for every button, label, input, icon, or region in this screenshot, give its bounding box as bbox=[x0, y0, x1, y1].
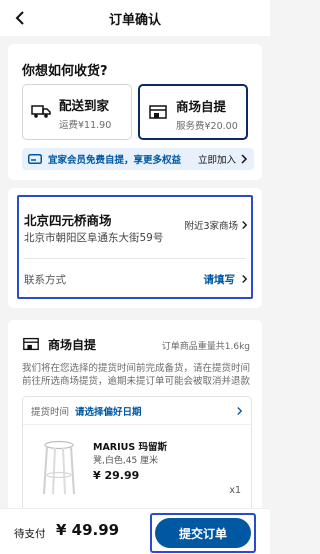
top-bar: 订单确认 bbox=[0, 0, 270, 36]
pickup-details-card: 商场自提 订单商品重量共1.6kg 我们将在您选择的提货时间前完成备货，请在提货… bbox=[8, 320, 262, 516]
store-pickup-fee: 服务费¥20.00 bbox=[176, 121, 238, 132]
store-pickup-option[interactable]: 商场自提 服务费¥20.00 bbox=[138, 84, 248, 140]
store-name: 北京四元桥商场 bbox=[24, 213, 112, 228]
membership-promo-banner[interactable]: 宜家会员免费自提，享更多权益 立即加入 bbox=[22, 148, 254, 170]
home-delivery-fee: 运费¥11.90 bbox=[59, 120, 112, 131]
pickup-order-box: 提货时间 请选择偏好日期 MARIUS 玛留斯 凳,白色,45 厘米 ¥ 29.… bbox=[22, 396, 252, 512]
chevron-right-icon bbox=[241, 154, 248, 164]
truck-icon bbox=[31, 105, 51, 118]
home-delivery-label: 配送到家 bbox=[59, 98, 110, 113]
divider bbox=[24, 258, 246, 259]
nearby-stores-label: 附近3家商场 bbox=[184, 221, 238, 232]
product-name: MARIUS 玛留斯 bbox=[93, 442, 168, 453]
stool-product-image bbox=[43, 440, 75, 495]
store-pickup-label: 商场自提 bbox=[176, 99, 227, 114]
promo-text: 宜家会员免费自提，享更多权益 bbox=[48, 155, 182, 166]
submit-order-button[interactable]: 提交订单 bbox=[155, 518, 251, 548]
chevron-right-icon bbox=[242, 221, 248, 229]
nearby-stores-link[interactable]: 附近3家商场 bbox=[184, 218, 248, 232]
amount-due-value: ¥ 49.99 bbox=[56, 521, 120, 539]
order-weight: 订单商品重量共1.6kg bbox=[161, 342, 250, 352]
chevron-right-icon bbox=[242, 275, 248, 283]
pickup-time-label: 提货时间 bbox=[31, 406, 70, 418]
delivery-section-title: 你想如何收货? bbox=[22, 64, 108, 79]
home-delivery-option[interactable]: 配送到家 运费¥11.90 bbox=[22, 84, 132, 140]
page-title: 订单确认 bbox=[108, 12, 161, 28]
delivery-method-card: 你想如何收货? 配送到家 运费¥11.90 商场自提 服务费¥20.00 宜家会… bbox=[8, 44, 262, 180]
product-price: ¥ 29.99 bbox=[93, 469, 140, 482]
amount-due-label: 待支付 bbox=[14, 528, 46, 540]
chevron-right-icon bbox=[237, 406, 243, 415]
contact-fill-in-link[interactable]: 请填写 bbox=[204, 272, 236, 287]
store-icon bbox=[149, 105, 167, 119]
store-icon bbox=[23, 337, 39, 351]
contact-info-row[interactable]: 联系方式 请填写 bbox=[24, 268, 248, 290]
store-info-card: 北京四元桥商场 北京市朝阳区阜通东大街59号 附近3家商场 联系方式 请填写 bbox=[8, 188, 262, 308]
pickup-notice: 我们将在您选择的提货时间前完成备货，请在提货时间前往所选商场提货，逾期未提订单可… bbox=[22, 363, 251, 387]
product-quantity: x1 bbox=[229, 485, 241, 496]
contact-label: 联系方式 bbox=[24, 273, 66, 286]
product-description: 凳,白色,45 厘米 bbox=[93, 456, 159, 466]
select-date-link[interactable]: 请选择偏好日期 bbox=[75, 404, 142, 418]
back-arrow-icon bbox=[15, 11, 24, 25]
bottom-bar: 待支付 ¥ 49.99 提交订单 bbox=[0, 508, 270, 554]
back-button[interactable] bbox=[10, 8, 30, 28]
submit-highlight-frame: 提交订单 bbox=[150, 513, 256, 553]
pickup-title: 商场自提 bbox=[48, 338, 97, 352]
pickup-time-row[interactable]: 提货时间 请选择偏好日期 bbox=[23, 397, 251, 425]
join-now-link[interactable]: 立即加入 bbox=[198, 152, 236, 166]
store-address: 北京市朝阳区阜通东大街59号 bbox=[24, 232, 164, 244]
member-card-icon bbox=[28, 154, 42, 164]
